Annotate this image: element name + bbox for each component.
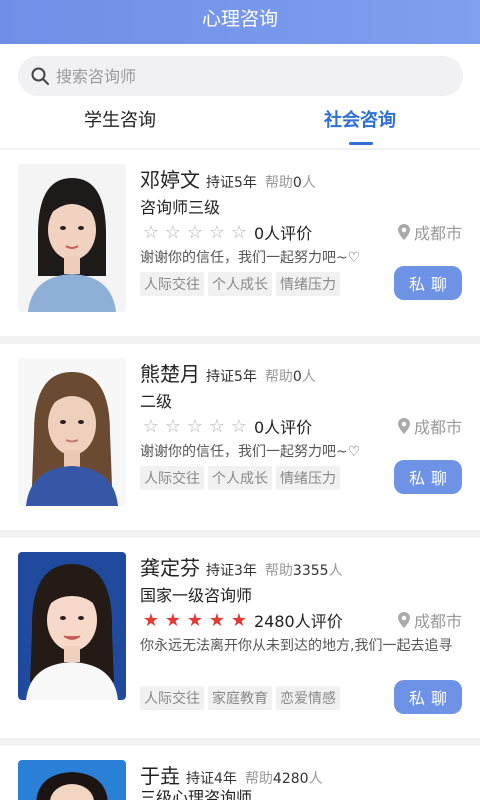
tag: 情绪压力 [276, 466, 340, 490]
review-count: 0人评价 [254, 418, 313, 437]
help-prefix: 帮助 [264, 175, 293, 191]
counselor-name: 龚定芬 [140, 556, 200, 580]
help-suffix: 人 [301, 369, 316, 385]
review-count: 2480人评价 [254, 612, 343, 631]
help-count: 帮助4280人 [245, 768, 323, 788]
tag: 人际交往 [140, 466, 204, 490]
tag: 人际交往 [140, 686, 204, 710]
counselor-card[interactable]: 熊楚月 持证5年 帮助0人 二级 ☆ ☆ ☆ ☆ ☆ 0人评价 成都市 谢谢你的… [0, 344, 480, 530]
tag: 家庭教育 [208, 686, 272, 710]
star-filled-icon: ★ [186, 609, 204, 631]
tab-student-consult[interactable]: 学生咨询 [84, 106, 156, 138]
counselor-card[interactable]: 于垚 持证4年 帮助4280人 三级心理咨询师 [0, 746, 480, 800]
private-chat-button[interactable]: 私聊 [394, 460, 462, 494]
review-count: 0人评价 [254, 224, 313, 243]
cert-years: 持证3年 [206, 563, 257, 579]
counselor-level: 二级 [140, 392, 173, 411]
star-empty-icon: ☆ [208, 221, 226, 243]
tag: 个人成长 [208, 272, 272, 296]
location-pin-icon [397, 418, 410, 434]
tag-list: 人际交往 个人成长 情绪压力 [140, 272, 340, 296]
private-chat-button[interactable]: 私聊 [394, 266, 462, 300]
help-count: 帮助0人 [265, 172, 316, 192]
help-number: 0 [292, 369, 302, 385]
help-number: 4280 [272, 771, 309, 787]
page-title: 心理咨询 [201, 7, 278, 30]
search-area: 学生咨询 社会咨询 [0, 44, 480, 148]
city: 成都市 [413, 612, 462, 631]
help-suffix: 人 [308, 771, 323, 787]
active-tab-indicator [349, 142, 373, 145]
location-pin-icon [397, 224, 410, 240]
counselor-name: 熊楚月 [140, 362, 200, 386]
location: 成都市 [397, 414, 462, 438]
rating-line: ☆ ☆ ☆ ☆ ☆ 0人评价 [140, 414, 312, 438]
star-empty-icon: ☆ [142, 415, 160, 437]
star-empty-icon: ☆ [186, 415, 204, 437]
search-input[interactable] [56, 66, 436, 86]
private-chat-button[interactable]: 私聊 [394, 680, 462, 714]
help-prefix: 帮助 [264, 369, 293, 385]
cert-years: 持证5年 [206, 175, 257, 191]
help-number: 3355 [292, 563, 329, 579]
star-empty-icon: ☆ [186, 221, 204, 243]
counselor-level: 咨询师三级 [140, 198, 221, 217]
help-count: 帮助3355人 [265, 560, 343, 580]
help-suffix: 人 [301, 175, 316, 191]
help-suffix: 人 [328, 563, 343, 579]
city: 成都市 [413, 224, 462, 243]
city: 成都市 [413, 418, 462, 437]
counselor-name-line: 熊楚月 持证5年 帮助0人 [140, 358, 316, 386]
search-icon [30, 66, 50, 86]
help-count: 帮助0人 [265, 366, 316, 386]
star-filled-icon: ★ [142, 609, 160, 631]
location: 成都市 [397, 220, 462, 244]
tag: 情绪压力 [276, 272, 340, 296]
counselor-card[interactable]: 邓婷文 持证5年 帮助0人 咨询师三级 ☆ ☆ ☆ ☆ ☆ 0人评价 成都市 谢… [0, 150, 480, 336]
counselor-level: 三级心理咨询师 [140, 788, 253, 800]
help-number: 0 [292, 175, 302, 191]
tab-social-consult[interactable]: 社会咨询 [324, 106, 396, 138]
tab-bar: 学生咨询 社会咨询 [0, 100, 480, 148]
counselor-card[interactable]: 龚定芬 持证3年 帮助3355人 国家一级咨询师 ★ ★ ★ ★ ★ 2480人… [0, 538, 480, 738]
location-pin-icon [397, 612, 410, 628]
counselor-name-line: 龚定芬 持证3年 帮助3355人 [140, 552, 343, 580]
location: 成都市 [397, 608, 462, 632]
cert-years: 持证5年 [206, 369, 257, 385]
counselor-photo [18, 358, 126, 506]
star-empty-icon: ☆ [230, 221, 248, 243]
star-empty-icon: ☆ [142, 221, 160, 243]
counselor-photo [18, 164, 126, 312]
counselor-name-line: 邓婷文 持证5年 帮助0人 [140, 164, 316, 192]
star-empty-icon: ☆ [230, 415, 248, 437]
rating-line: ☆ ☆ ☆ ☆ ☆ 0人评价 [140, 220, 312, 244]
counselor-photo [18, 760, 126, 800]
counselor-photo [18, 552, 126, 700]
counselor-motto: 你永远无法离开你从未到达的地方,我们一起去追寻 [140, 638, 453, 654]
tag-list: 人际交往 家庭教育 恋爱情感 [140, 686, 340, 710]
star-empty-icon: ☆ [164, 415, 182, 437]
app-header: 心理咨询 [0, 0, 480, 44]
tag: 恋爱情感 [276, 686, 340, 710]
tag: 个人成长 [208, 466, 272, 490]
counselor-level: 国家一级咨询师 [140, 586, 253, 605]
star-empty-icon: ☆ [208, 415, 226, 437]
star-filled-icon: ★ [230, 609, 248, 631]
rating-line: ★ ★ ★ ★ ★ 2480人评价 [140, 608, 343, 632]
help-prefix: 帮助 [264, 563, 293, 579]
tag-list: 人际交往 个人成长 情绪压力 [140, 466, 340, 490]
counselor-name: 邓婷文 [140, 168, 200, 192]
star-filled-icon: ★ [208, 609, 226, 631]
star-empty-icon: ☆ [164, 221, 182, 243]
search-bar[interactable] [18, 56, 463, 96]
tag: 人际交往 [140, 272, 204, 296]
star-filled-icon: ★ [164, 609, 182, 631]
app-screen: 心理咨询 学生咨询 社会咨询 [0, 0, 480, 800]
